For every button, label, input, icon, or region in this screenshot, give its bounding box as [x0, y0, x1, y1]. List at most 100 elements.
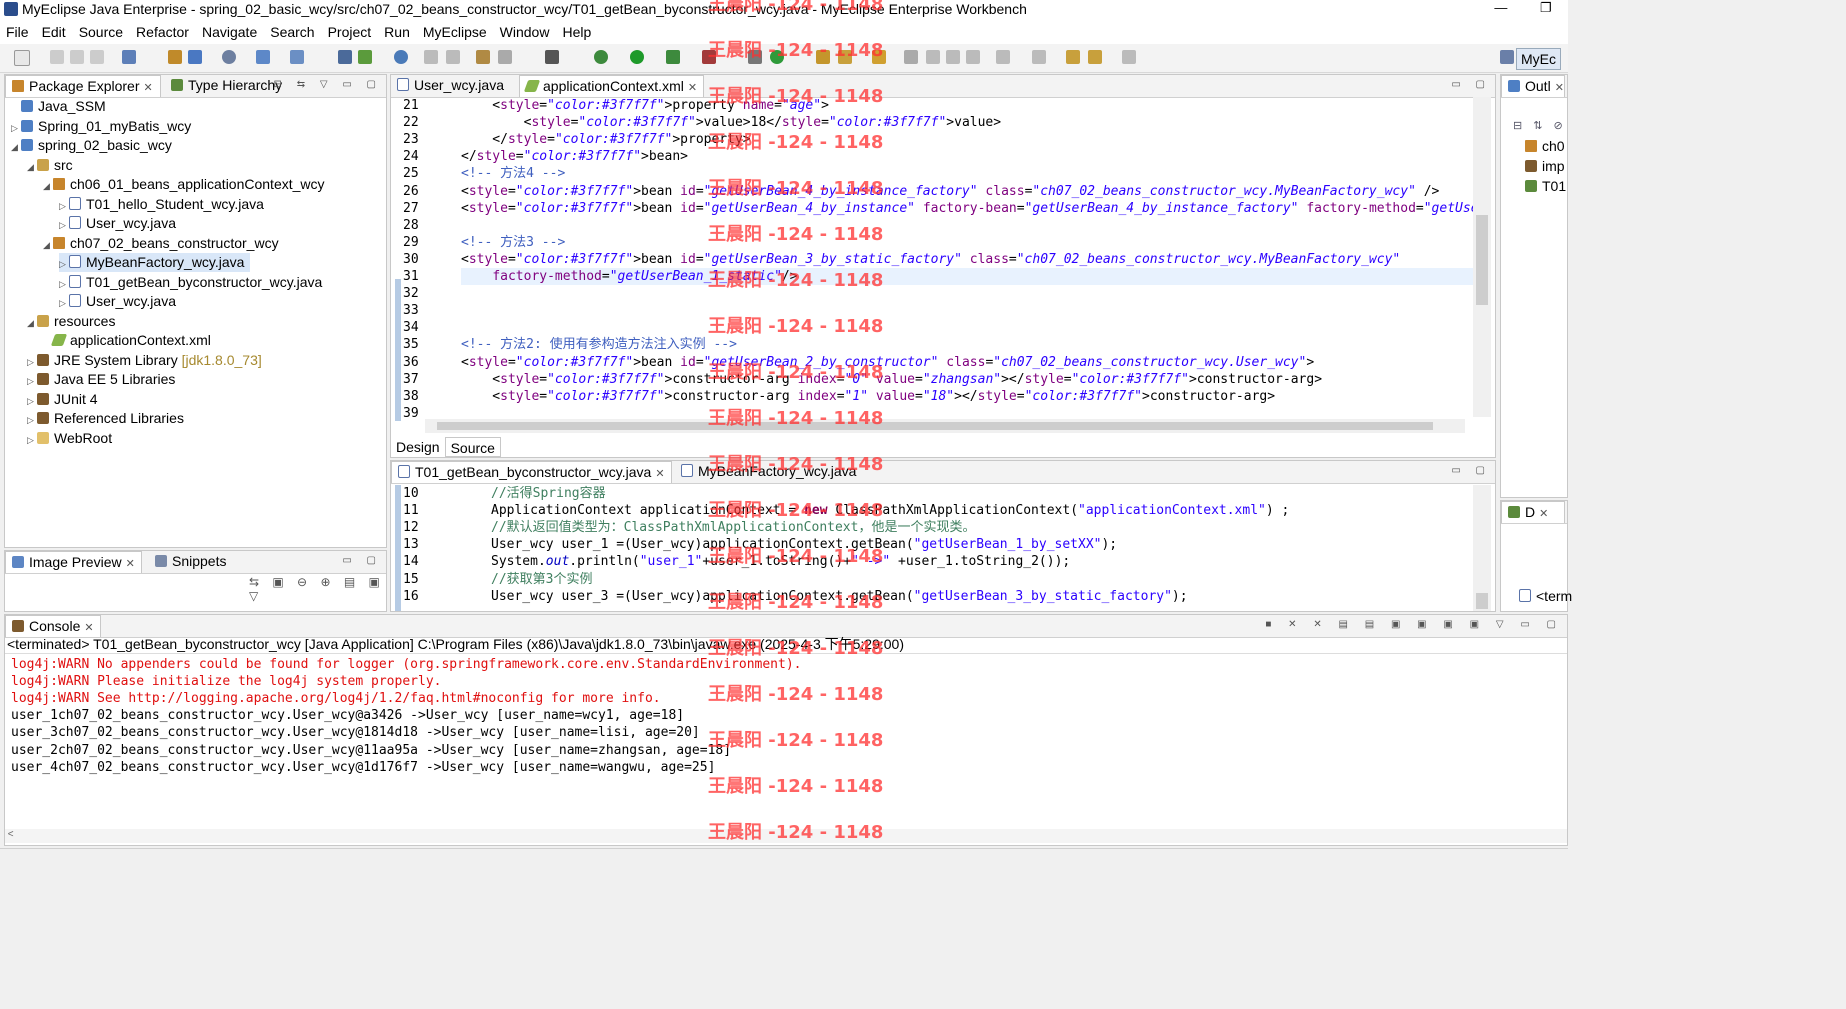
forward-icon[interactable] [1122, 50, 1136, 64]
web-browser-icon[interactable] [256, 50, 270, 64]
outline-item[interactable]: imp [1525, 157, 1565, 176]
search-icon[interactable] [290, 50, 304, 64]
code-line[interactable]: <style="color:#3f7f7f">bean id="getUserB… [461, 354, 1314, 371]
close-icon[interactable]: ✕ [144, 82, 153, 94]
tab-outline[interactable]: Outl ✕ [1501, 75, 1565, 97]
view-controls[interactable]: ▭ ▢ [1451, 79, 1491, 90]
deploy-icon[interactable] [338, 50, 352, 64]
menu-search[interactable]: Search [270, 24, 314, 40]
menu-run[interactable]: Run [384, 24, 410, 40]
tab-console[interactable]: Console ✕ [5, 615, 101, 637]
menu-source[interactable]: Source [79, 24, 123, 40]
close-icon[interactable]: ✕ [688, 82, 697, 94]
forward-history-icon[interactable] [446, 50, 460, 64]
view-controls[interactable]: ⊟ ⇆ ▽ ▭ ▢ [274, 79, 382, 90]
code-line[interactable]: <style="color:#3f7f7f">bean id="getUserB… [461, 200, 1473, 217]
tree-item-selected[interactable]: ▷ MyBeanFactory_wcy.java [59, 253, 251, 272]
menu-edit[interactable]: Edit [42, 24, 66, 40]
code-line[interactable]: <style="color:#3f7f7f">value>18</style="… [461, 114, 1001, 131]
perspective-myeclipse[interactable]: MyEc [1516, 48, 1561, 70]
code-line[interactable]: <!-- 方法4 --> [461, 165, 565, 182]
tab-type-hierarchy[interactable]: Type Hierarchy [165, 75, 288, 97]
xml-vertical-scrollbar[interactable] [1473, 97, 1491, 417]
view-controls[interactable]: ▭ ▢ [1451, 465, 1491, 476]
tab-mybeanfactory[interactable]: MyBeanFactory_wcy.java [675, 461, 862, 483]
tree-item[interactable]: ◢ spring_02_basic_wcy [11, 136, 172, 155]
close-icon[interactable]: ✕ [84, 622, 93, 634]
last-edit-icon[interactable] [1066, 50, 1080, 64]
minimize-button[interactable]: — [1494, 0, 1507, 20]
tab-application-context-xml[interactable]: applicationContext.xml ✕ [519, 75, 705, 97]
close-icon[interactable]: ✕ [1539, 508, 1548, 520]
pen-icon[interactable] [838, 50, 852, 64]
console-horizontal-scrollbar[interactable]: < [5, 829, 1567, 843]
back-history-icon[interactable] [424, 50, 438, 64]
edit-icon[interactable] [926, 50, 940, 64]
tab-source[interactable]: Source [444, 437, 501, 457]
back-icon[interactable] [1088, 50, 1102, 64]
server-icon[interactable] [222, 50, 236, 64]
tab-debug[interactable]: D ✕ [1501, 501, 1565, 523]
code-line[interactable]: <!-- 方法3 --> [461, 234, 565, 251]
menu-refactor[interactable]: Refactor [136, 24, 189, 40]
print-icon[interactable] [90, 50, 104, 64]
code-line[interactable]: <style="color:#3f7f7f">bean id="getUserB… [461, 183, 1439, 200]
outline-item[interactable]: ch0 [1525, 137, 1565, 156]
scroll-thumb[interactable] [437, 422, 1433, 430]
tab-t01-getbean[interactable]: T01_getBean_byconstructor_wcy.java ✕ [391, 461, 672, 483]
open-folder-icon[interactable] [816, 50, 830, 64]
code-line[interactable]: <!-- 方法2: 使用有参构造方法注入实例 --> [461, 336, 737, 353]
bookmark-folder-icon[interactable] [872, 50, 886, 64]
save-icon[interactable] [50, 50, 64, 64]
code-line[interactable]: <style="color:#3f7f7f">property name="ag… [461, 97, 829, 114]
xml-horizontal-scrollbar[interactable] [425, 419, 1465, 433]
close-icon[interactable]: ✕ [655, 468, 664, 480]
tree-item[interactable]: ▷ T01_getBean_byconstructor_wcy.java [59, 273, 322, 292]
run-last-icon[interactable] [666, 50, 680, 64]
xml-code-area[interactable]: 21 <style="color:#3f7f7f">property name=… [391, 97, 1473, 419]
view-controls[interactable]: ▭ ▢ [342, 555, 382, 566]
menu-project[interactable]: Project [328, 24, 372, 40]
maximize-button[interactable]: ❐ [1540, 0, 1552, 20]
code-line[interactable]: //获取第3个实例 [491, 571, 592, 588]
tree-item[interactable]: ▷ Java EE 5 Libraries [27, 370, 175, 389]
build-icon[interactable] [476, 50, 490, 64]
tree-item[interactable]: Java_SSM [11, 97, 106, 116]
menu-file[interactable]: File [6, 24, 29, 40]
close-icon[interactable]: ✕ [126, 558, 135, 570]
console-output[interactable]: log4j:WARN No appenders could be found f… [5, 653, 1567, 826]
code-line[interactable]: </style="color:#3f7f7f">bean> [461, 148, 688, 165]
code-line[interactable]: User_wcy user_1 =(User_wcy)applicationCo… [491, 536, 1117, 553]
tab-snippets[interactable]: Snippets [149, 551, 232, 573]
code-line[interactable]: <style="color:#3f7f7f">bean id="getUserB… [461, 251, 1400, 268]
pin-icon[interactable] [904, 50, 918, 64]
new-icon[interactable] [14, 50, 30, 66]
globe-icon[interactable] [394, 50, 408, 64]
tab-image-preview[interactable]: Image Preview ✕ [5, 551, 142, 573]
close-icon[interactable]: ✕ [1555, 82, 1564, 94]
debug-item[interactable]: <term [1519, 587, 1572, 606]
tree-item[interactable]: ◢ ch06_01_beans_applicationContext_wcy [43, 175, 325, 194]
code-line[interactable]: factory-method="getUserBean_1_static"/> [461, 268, 1473, 285]
block-icon[interactable] [966, 50, 980, 64]
java-code-area[interactable]: 10 //活得Spring容器 11 ApplicationContext appli… [391, 485, 1473, 611]
open-perspective-icon[interactable] [1500, 50, 1514, 64]
tab-package-explorer[interactable]: Package Explorer ✕ [5, 75, 161, 97]
run-icon[interactable] [630, 50, 644, 64]
tree-item[interactable]: applicationContext.xml [43, 331, 211, 350]
menu-window[interactable]: Window [500, 24, 550, 40]
publish-icon[interactable] [358, 50, 372, 64]
tree-item[interactable]: ▷ Spring_01_myBatis_wcy [11, 117, 191, 136]
code-line[interactable]: //活得Spring容器 [491, 485, 606, 502]
external-tools-icon[interactable] [702, 50, 716, 64]
save-all-icon[interactable] [70, 50, 84, 64]
tree-item[interactable]: ◢ resources [27, 312, 115, 331]
tree-item[interactable]: ▷ T01_hello_Student_wcy.java [59, 195, 264, 214]
menu-help[interactable]: Help [562, 24, 591, 40]
tree-item[interactable]: ◢ ch07_02_beans_constructor_wcy [43, 234, 279, 253]
tree-item[interactable]: ▷ JRE System Library [jdk1.8.0_73] [27, 351, 262, 370]
scroll-thumb[interactable] [1476, 215, 1488, 305]
debug-icon[interactable] [594, 50, 608, 64]
java-vertical-scrollbar[interactable] [1473, 485, 1491, 611]
new-class-icon[interactable] [748, 50, 762, 64]
